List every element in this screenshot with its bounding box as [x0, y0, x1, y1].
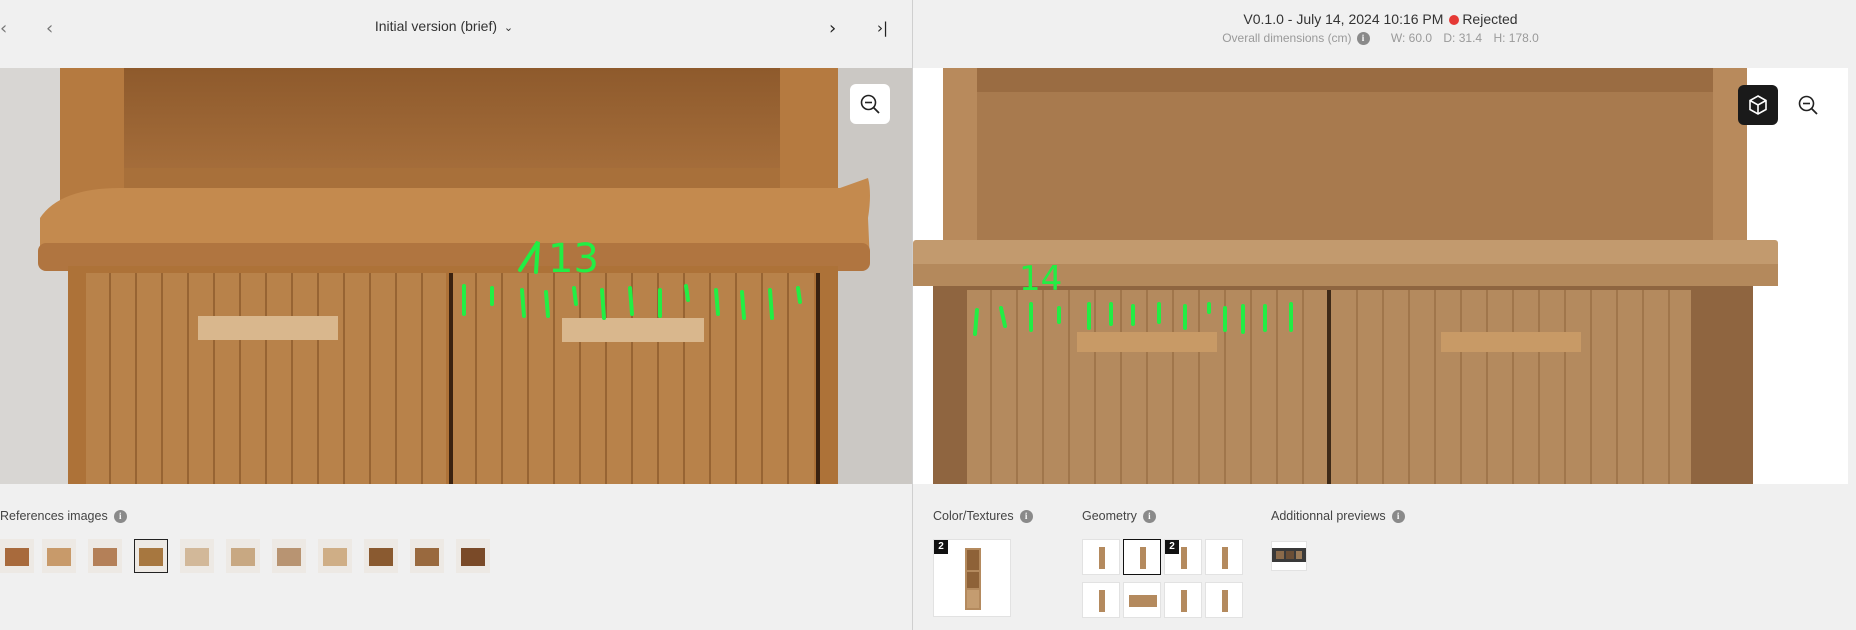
- info-icon[interactable]: i: [1356, 32, 1370, 45]
- zoom-out-icon[interactable]: [1788, 85, 1828, 125]
- additional-preview-thumbnail[interactable]: [1271, 541, 1307, 571]
- references-label: References images i: [0, 509, 127, 523]
- reference-thumbnail[interactable]: [456, 539, 490, 573]
- dim-height: H: 178.0: [1493, 31, 1539, 45]
- reference-topbar: ‹ ‹ Initial version (brief) ⌄ › ›|: [0, 0, 912, 68]
- bookcase-icon: [965, 548, 981, 610]
- geometry-thumbnail[interactable]: 2: [1164, 539, 1202, 575]
- geometry-thumbnail[interactable]: [1123, 539, 1161, 575]
- model-pane: V0.1.0 - July 14, 2024 10:16 PM Rejected…: [913, 0, 1848, 630]
- model-topbar: V0.1.0 - July 14, 2024 10:16 PM Rejected…: [913, 0, 1848, 68]
- model-render: 14: [913, 68, 1848, 484]
- reference-pane: ‹ ‹ Initial version (brief) ⌄ › ›| 13 Re…: [0, 0, 912, 630]
- annotation-label: 14: [1019, 259, 1062, 299]
- color-textures-label: Color/Textures i: [933, 509, 1033, 523]
- version-date: V0.1.0 - July 14, 2024 10:16 PM: [1243, 11, 1444, 27]
- reference-thumbnail[interactable]: [42, 539, 76, 573]
- geometry-thumbnail[interactable]: [1205, 539, 1243, 575]
- additional-previews-label: Additionnal previews i: [1271, 509, 1405, 523]
- status-text: Rejected: [1462, 11, 1518, 27]
- reference-thumbnail[interactable]: [180, 539, 214, 573]
- geometry-thumbnail[interactable]: [1082, 539, 1120, 575]
- reference-image-viewer[interactable]: 13: [0, 68, 912, 484]
- reference-thumbnail[interactable]: [364, 539, 398, 573]
- dim-width: W: 60.0: [1390, 31, 1433, 45]
- geometry-thumbnail[interactable]: [1123, 582, 1161, 618]
- app-root: ‹ ‹ Initial version (brief) ⌄ › ›| 13 Re…: [0, 0, 1856, 630]
- info-icon[interactable]: i: [1391, 510, 1405, 523]
- info-icon[interactable]: i: [113, 510, 127, 523]
- reference-thumbnail[interactable]: [272, 539, 306, 573]
- zoom-out-icon[interactable]: [850, 84, 890, 124]
- geometry-count-badge: 2: [1165, 540, 1179, 554]
- reference-thumbnail[interactable]: [318, 539, 352, 573]
- reference-thumbnail[interactable]: [0, 539, 34, 573]
- reference-thumbnail[interactable]: [88, 539, 122, 573]
- geometry-thumbnail[interactable]: [1082, 582, 1120, 618]
- chevron-down-icon: ⌄: [503, 22, 514, 34]
- window-edge: [1848, 0, 1856, 630]
- version-status: V0.1.0 - July 14, 2024 10:16 PM Rejected: [913, 11, 1848, 27]
- version-label: Initial version (brief): [374, 18, 498, 34]
- version-selector[interactable]: Initial version (brief) ⌄: [0, 18, 888, 34]
- reference-thumbnail[interactable]: [410, 539, 444, 573]
- info-icon[interactable]: i: [1142, 510, 1156, 523]
- annotation-label: 13: [548, 236, 599, 282]
- geometry-thumbnail[interactable]: [1205, 582, 1243, 618]
- chevron-right-icon[interactable]: ›: [829, 18, 836, 39]
- reference-thumbnail[interactable]: [134, 539, 168, 573]
- geometry-thumbnail[interactable]: [1164, 582, 1202, 618]
- geometry-label: Geometry i: [1082, 509, 1156, 523]
- info-icon[interactable]: i: [1019, 510, 1033, 523]
- texture-thumbnail[interactable]: 2: [933, 539, 1011, 617]
- last-page-icon[interactable]: ›|: [877, 19, 888, 37]
- dimensions-label: Overall dimensions (cm): [1222, 31, 1352, 45]
- dim-depth: D: 31.4: [1443, 31, 1483, 45]
- preview-image: [1272, 548, 1306, 562]
- dimensions-row: Overall dimensions (cm) i W: 60.0 D: 31.4…: [913, 31, 1848, 45]
- reference-photo: 13: [0, 68, 912, 484]
- cube-icon[interactable]: [1738, 85, 1778, 125]
- reference-thumbnail[interactable]: [226, 539, 260, 573]
- status-dot: [1449, 15, 1460, 25]
- model-image-viewer[interactable]: 14: [913, 68, 1848, 484]
